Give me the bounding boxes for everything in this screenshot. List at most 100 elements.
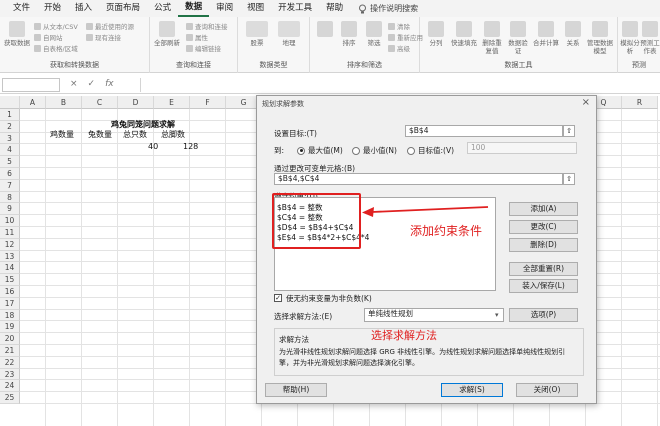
row-header-25[interactable]: 25 — [0, 392, 20, 404]
cell-b3[interactable]: 鸡数量 — [50, 130, 74, 140]
row-header-20[interactable]: 20 — [0, 333, 20, 345]
row-header-22[interactable]: 22 — [0, 356, 20, 369]
row-header-12[interactable]: 12 — [0, 238, 20, 251]
fx-icon[interactable]: fx — [105, 79, 114, 89]
menu-page-layout[interactable]: 页面布局 — [99, 0, 147, 17]
row-header-17[interactable]: 17 — [0, 297, 20, 310]
row-header-18[interactable]: 18 — [0, 309, 20, 322]
row-header-11[interactable]: 11 — [0, 227, 20, 239]
queries-connections-button[interactable]: 查询和连接 — [186, 21, 228, 31]
cell-e3[interactable]: 总脚数 — [161, 130, 185, 140]
menu-home[interactable]: 开始 — [37, 0, 68, 17]
cell-d3[interactable]: 总只数 — [123, 130, 147, 140]
row-header-10[interactable]: 10 — [0, 215, 20, 227]
column-header-b[interactable]: B — [46, 96, 82, 109]
column-header-c[interactable]: C — [82, 96, 118, 109]
enter-icon[interactable]: ✓ — [88, 79, 96, 89]
row-header-13[interactable]: 13 — [0, 250, 20, 263]
radio-min[interactable]: 最小值(N) — [352, 145, 397, 156]
column-header-e[interactable]: E — [154, 96, 190, 109]
row-header-9[interactable]: 9 — [0, 203, 20, 216]
sort-button[interactable]: 排序 — [336, 21, 362, 47]
options-button[interactable]: 选项(P) — [509, 308, 578, 322]
cell-c3[interactable]: 兔数量 — [88, 130, 112, 140]
column-header-r[interactable]: R — [622, 96, 658, 109]
row-header-2[interactable]: 2 — [0, 120, 20, 133]
radio-value-of[interactable]: 目标值:(V) — [407, 145, 454, 156]
row-header-1[interactable]: 1 — [0, 109, 20, 121]
menu-insert[interactable]: 插入 — [68, 0, 99, 17]
relationships-button[interactable]: 关系 — [562, 21, 584, 47]
existing-connections-button[interactable]: 现有连接 — [86, 32, 121, 42]
row-header-14[interactable]: 14 — [0, 262, 20, 275]
row-header-5[interactable]: 5 — [0, 156, 20, 168]
column-header-d[interactable]: D — [118, 96, 154, 109]
what-if-button[interactable]: 模拟分析 — [620, 21, 640, 55]
collapse-objective-button[interactable]: ⇧ — [563, 125, 575, 137]
consolidate-button[interactable]: 合并计算 — [532, 21, 560, 47]
sort-az-button[interactable] — [314, 21, 336, 39]
help-button[interactable]: 帮助(H) — [265, 383, 327, 397]
advanced-button[interactable]: 高级 — [388, 43, 410, 53]
cancel-icon[interactable]: × — [70, 79, 78, 89]
nonneg-checkbox[interactable]: ✓ — [274, 294, 282, 302]
properties-button[interactable]: 属性 — [186, 32, 208, 42]
menu-formulas[interactable]: 公式 — [147, 0, 178, 17]
radio-max[interactable]: 最大值(M) — [297, 145, 343, 156]
row-header-19[interactable]: 19 — [0, 321, 20, 334]
from-text-csv-button[interactable]: 从文本/CSV — [34, 21, 78, 31]
column-header-a[interactable]: A — [20, 96, 46, 109]
row-header-16[interactable]: 16 — [0, 286, 20, 298]
close-button[interactable]: 关闭(O) — [516, 383, 578, 397]
row-header-23[interactable]: 23 — [0, 368, 20, 381]
clear-button[interactable]: 清除 — [388, 21, 410, 31]
cell-e4[interactable]: 128 — [183, 142, 198, 152]
row-header-4[interactable]: 4 — [0, 144, 20, 157]
tell-me-search[interactable]: 操作说明搜索 — [350, 3, 418, 14]
method-select[interactable]: 单纯线性规划 — [364, 308, 504, 322]
reapply-button[interactable]: 重新应用 — [388, 32, 423, 42]
edit-links-button[interactable]: 编辑链接 — [186, 43, 221, 53]
from-web-button[interactable]: 自网站 — [34, 32, 63, 42]
row-header-21[interactable]: 21 — [0, 345, 20, 357]
collapse-changing-button[interactable]: ⇧ — [563, 173, 575, 185]
remove-duplicates-button[interactable]: 删除重复值 — [480, 21, 504, 55]
change-button[interactable]: 更改(C) — [509, 220, 578, 234]
row-header-24[interactable]: 24 — [0, 380, 20, 393]
row-header-3[interactable]: 3 — [0, 132, 20, 145]
menu-data[interactable]: 数据 — [178, 0, 210, 17]
row-header-8[interactable]: 8 — [0, 191, 20, 204]
data-type-stock-button[interactable]: 股票 — [242, 21, 272, 47]
value-of-input[interactable]: 100 — [467, 142, 577, 154]
delete-button[interactable]: 删除(D) — [509, 238, 578, 252]
changing-cells-input[interactable]: $B$4,$C$4 — [274, 173, 563, 185]
row-header-6[interactable]: 6 — [0, 168, 20, 180]
column-header-f[interactable]: F — [190, 96, 226, 109]
row-header-7[interactable]: 7 — [0, 179, 20, 192]
solve-button[interactable]: 求解(S) — [441, 383, 503, 397]
chevron-down-icon[interactable]: ▾ — [495, 311, 499, 319]
reset-all-button[interactable]: 全部重置(R) — [509, 262, 578, 276]
text-to-columns-button[interactable]: 分列 — [424, 21, 448, 47]
data-type-geo-button[interactable]: 地理 — [274, 21, 304, 47]
name-box[interactable] — [2, 78, 60, 92]
flash-fill-button[interactable]: 快速填充 — [450, 21, 478, 47]
menu-developer[interactable]: 开发工具 — [271, 0, 319, 17]
from-table-button[interactable]: 自表格/区域 — [34, 43, 78, 53]
forecast-sheet-button[interactable]: 预测工作表 — [640, 21, 660, 55]
cell-d4[interactable]: 40 — [148, 142, 158, 152]
menu-view[interactable]: 视图 — [240, 0, 271, 17]
data-validation-button[interactable]: 数据验证 — [506, 21, 530, 55]
formula-input[interactable] — [140, 78, 658, 92]
menu-review[interactable]: 审阅 — [209, 0, 240, 17]
select-all-corner[interactable] — [0, 96, 20, 109]
menu-help[interactable]: 帮助 — [319, 0, 350, 17]
get-data-button[interactable]: 获取数据 — [4, 21, 30, 47]
load-save-button[interactable]: 装入/保存(L) — [509, 279, 578, 293]
refresh-all-button[interactable]: 全部刷新 — [152, 21, 182, 47]
close-icon[interactable]: × — [582, 97, 590, 108]
row-header-15[interactable]: 15 — [0, 274, 20, 286]
recent-sources-button[interactable]: 最近使用的源 — [86, 21, 134, 31]
set-objective-input[interactable]: $B$4 — [405, 125, 563, 137]
menu-file[interactable]: 文件 — [6, 0, 37, 17]
